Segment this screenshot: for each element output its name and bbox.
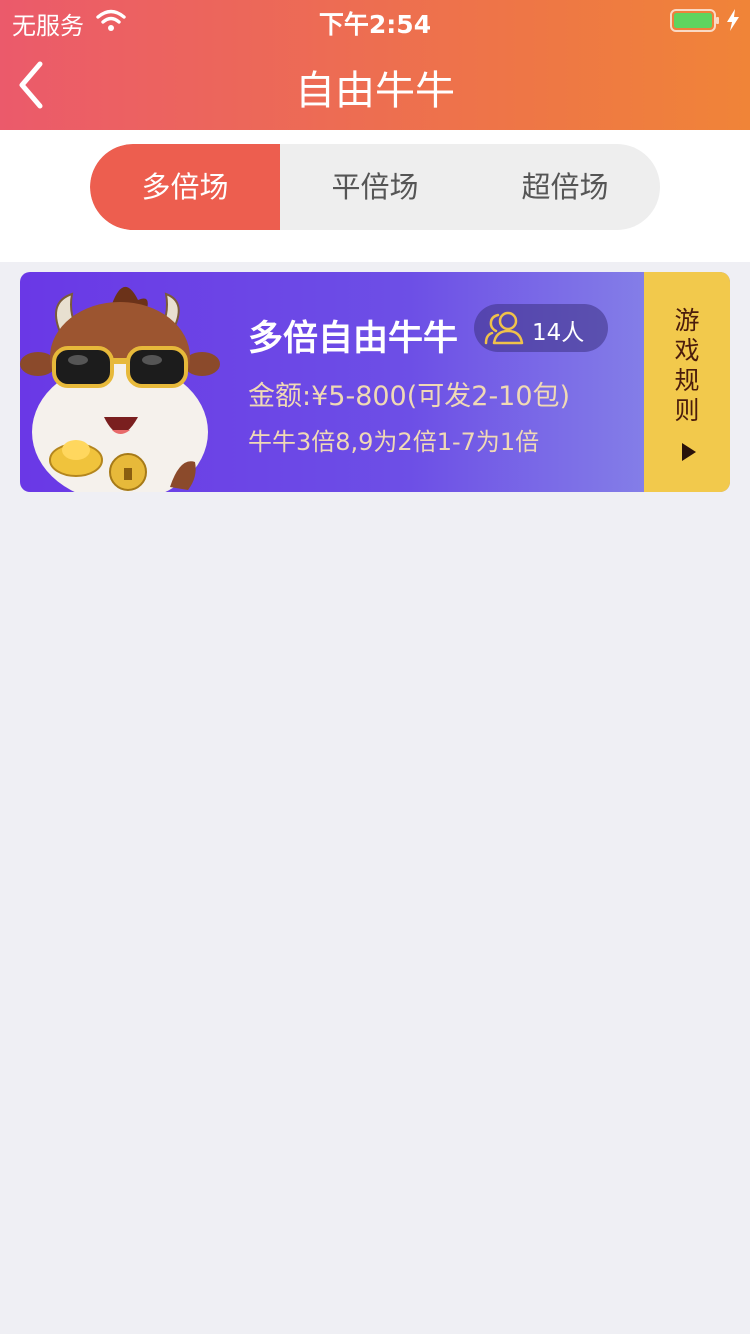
- mode-tab-group: 多倍场 平倍场 超倍场: [90, 144, 660, 230]
- tab-area: 多倍场 平倍场 超倍场: [0, 130, 750, 262]
- card-title: 多倍自由牛牛: [248, 319, 459, 359]
- card-amount: 金额:¥5-800(可发2-10包): [248, 381, 571, 412]
- online-players-badge: 14人: [474, 304, 608, 352]
- rules-label: 游 戏 规 则: [644, 306, 730, 426]
- top-bar: 无服务 下午2:54 自由牛牛: [0, 0, 750, 130]
- rules-char: 戏: [674, 336, 700, 365]
- page-title: 自由牛牛: [295, 68, 455, 114]
- users-icon: [484, 311, 524, 345]
- tab-super[interactable]: 超倍场: [470, 144, 660, 230]
- status-bar: 无服务 下午2:54: [0, 0, 750, 40]
- tab-flat[interactable]: 平倍场: [280, 144, 470, 230]
- tab-multi[interactable]: 多倍场: [90, 144, 280, 230]
- rules-char: 规: [674, 366, 700, 395]
- battery-icon: [670, 9, 719, 32]
- charging-bolt-icon: [727, 9, 739, 31]
- game-rules-button[interactable]: 游 戏 规 则: [644, 272, 730, 492]
- rules-char: 则: [674, 396, 700, 425]
- game-room-card[interactable]: 多倍自由牛牛 14人 金额:¥5-800(可发2-10包) 牛牛3倍8,9为2倍…: [20, 272, 730, 492]
- card-description: 牛牛3倍8,9为2倍1-7为1倍: [248, 428, 540, 456]
- rules-char: 游: [674, 306, 700, 335]
- play-arrow-icon: [682, 443, 696, 461]
- cow-mascot-image: [20, 286, 220, 492]
- status-time: 下午2:54: [318, 10, 432, 39]
- players-count: 14人: [532, 320, 585, 346]
